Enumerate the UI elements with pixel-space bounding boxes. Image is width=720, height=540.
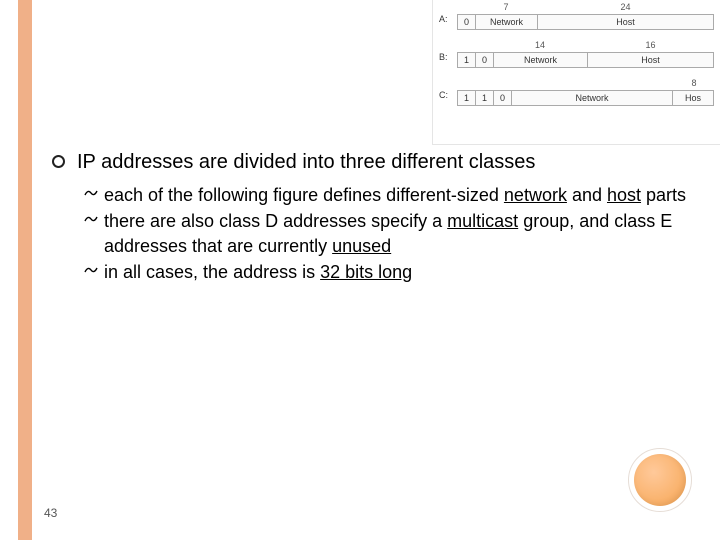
class-c-bit1: 1	[458, 91, 476, 105]
class-a-label: A:	[439, 14, 448, 24]
class-c-top: 8	[457, 76, 714, 90]
content-area: IP addresses are divided into three diff…	[52, 150, 690, 286]
class-a-body: 0 Network Host	[457, 14, 714, 30]
slide: A: 7 24 0 Network Host B: 14	[0, 0, 720, 540]
class-c-network: Network	[512, 91, 673, 105]
class-c-bit3: 0	[494, 91, 512, 105]
class-b-bit2: 0	[476, 53, 494, 67]
class-c-group: C: 8 1 1 0 Network Hos	[457, 76, 714, 106]
class-a-top-right: 24	[537, 2, 714, 12]
class-c-host: Hos	[673, 91, 713, 105]
main-bullet-text: IP addresses are divided into three diff…	[77, 150, 535, 175]
class-b-body: 1 0 Network Host	[457, 52, 714, 68]
class-b-label: B:	[439, 52, 448, 62]
class-a-bit0: 0	[458, 15, 476, 29]
class-c-label: C:	[439, 90, 448, 100]
class-b-top-right: 16	[587, 40, 714, 50]
ip-class-diagram: A: 7 24 0 Network Host B: 14	[432, 0, 720, 145]
class-a-top: 7 24	[457, 0, 714, 14]
class-b-top-left: 14	[493, 40, 587, 50]
class-b-host: Host	[588, 53, 713, 67]
class-b-network: Network	[494, 53, 588, 67]
page-number: 43	[44, 506, 57, 520]
left-accent-bar	[18, 0, 32, 540]
sub-text: there are also class D addresses specify…	[104, 209, 690, 258]
diagram-inner: A: 7 24 0 Network Host B: 14	[433, 0, 720, 106]
class-b-bit1: 1	[458, 53, 476, 67]
class-b-group: B: 14 16 1 0 Network Host	[457, 38, 714, 68]
sub-item: each of the following figure defines dif…	[84, 183, 690, 207]
main-bullet-row: IP addresses are divided into three diff…	[52, 150, 690, 175]
class-b-top: 14 16	[457, 38, 714, 52]
sub-text: each of the following figure defines dif…	[104, 183, 686, 207]
class-a-top-left: 7	[475, 2, 537, 12]
class-a-network: Network	[476, 15, 538, 29]
sub-item: there are also class D addresses specify…	[84, 209, 690, 258]
class-c-top-right: 8	[674, 78, 714, 88]
tilde-bullet-icon	[84, 264, 98, 280]
ring-bullet-icon	[52, 155, 65, 168]
class-c-bit2: 1	[476, 91, 494, 105]
class-a-group: A: 7 24 0 Network Host	[457, 0, 714, 30]
class-a-host: Host	[538, 15, 713, 29]
sub-bullet-list: each of the following figure defines dif…	[84, 183, 690, 284]
tilde-bullet-icon	[84, 213, 98, 229]
sub-text: in all cases, the address is 32 bits lon…	[104, 260, 412, 284]
tilde-bullet-icon	[84, 187, 98, 203]
class-c-body: 1 1 0 Network Hos	[457, 90, 714, 106]
sub-item: in all cases, the address is 32 bits lon…	[84, 260, 690, 284]
accent-circle	[634, 454, 686, 506]
